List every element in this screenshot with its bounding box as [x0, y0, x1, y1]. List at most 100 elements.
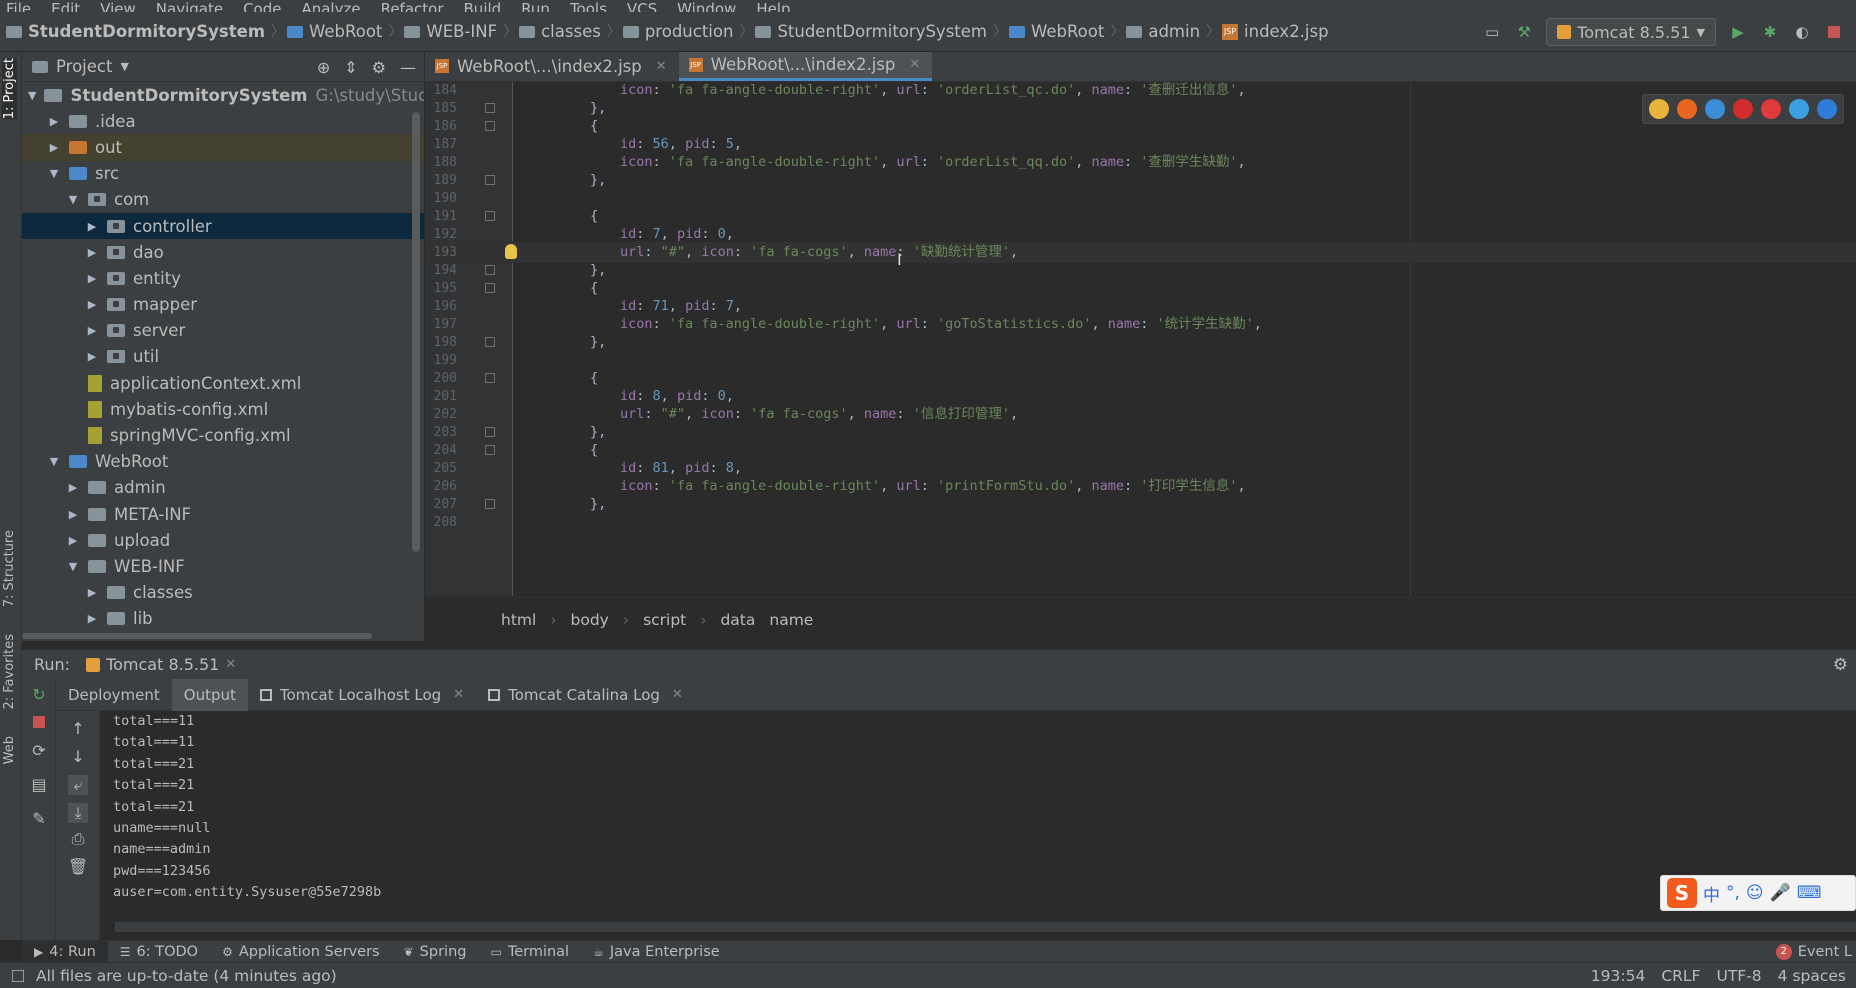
stop-icon[interactable]	[1824, 22, 1844, 42]
horizontal-scrollbar[interactable]	[22, 633, 372, 639]
coverage-icon[interactable]: ◐	[1792, 22, 1812, 42]
expand-right-icon[interactable]: ▶	[85, 612, 99, 625]
expand-right-icon[interactable]: ▶	[66, 534, 80, 547]
firefox-icon[interactable]	[1677, 99, 1697, 119]
indent-setting[interactable]: 4 spaces	[1778, 967, 1846, 985]
layout-icon[interactable]: ▭	[1482, 22, 1502, 42]
arrow-up-icon[interactable]: ↑	[68, 719, 88, 739]
safari-icon[interactable]	[1705, 99, 1725, 119]
layout-icon[interactable]: ▤	[29, 775, 49, 795]
expand-right-icon[interactable]: ▶	[85, 586, 99, 599]
tree-item-entity[interactable]: ▶ entity	[22, 265, 424, 291]
arrow-down-icon[interactable]: ↓	[68, 747, 88, 767]
chrome-icon[interactable]	[1649, 99, 1669, 119]
chevron-down-icon[interactable]: ▼	[120, 60, 128, 73]
run-icon[interactable]: ▶	[1728, 22, 1748, 42]
fold-marker-icon[interactable]	[485, 445, 495, 455]
tree-item-upload[interactable]: ▶ upload	[22, 527, 424, 553]
expand-right-icon[interactable]: ▶	[85, 324, 99, 337]
breadcrumb-item[interactable]: WEB-INF	[404, 22, 497, 41]
console-output[interactable]: total===11 total===11 total===21 total===21…	[100, 711, 1856, 920]
breadcrumb-item[interactable]: StudentDormitorySystem	[6, 22, 265, 41]
tree-item-classes[interactable]: ▶ classes	[22, 580, 424, 606]
caret-position[interactable]: 193:54	[1591, 967, 1646, 985]
fold-marker-icon[interactable]	[485, 373, 495, 383]
tree-item-meta-inf[interactable]: ▶ META-INF	[22, 501, 424, 527]
rerun-icon[interactable]: ↻	[29, 685, 49, 705]
tool-java-enterprise[interactable]: ☕ Java Enterprise	[581, 941, 732, 963]
soft-wrap-icon[interactable]: ⤶	[68, 775, 88, 795]
edge-icon[interactable]	[1817, 99, 1837, 119]
debug-icon[interactable]: ✱	[1760, 22, 1780, 42]
close-icon[interactable]: ✕	[656, 59, 667, 74]
tree-item-dao[interactable]: ▶ dao	[22, 239, 424, 265]
hide-icon[interactable]: —	[400, 58, 416, 77]
trash-icon[interactable]: 🗑	[68, 857, 88, 877]
breadcrumb-item[interactable]: WebRoot	[1008, 22, 1104, 41]
tool-window-toggle-icon[interactable]	[12, 969, 24, 982]
update-icon[interactable]: ⟳	[29, 741, 49, 761]
expand-down-icon[interactable]: ▼	[47, 167, 61, 180]
locate-icon[interactable]: ⊕	[317, 58, 330, 77]
scroll-to-end-icon[interactable]: ⤓	[68, 803, 88, 823]
fold-marker-icon[interactable]	[485, 427, 495, 437]
ie-icon[interactable]	[1789, 99, 1809, 119]
tree-item-src[interactable]: ▼ src	[22, 161, 424, 187]
run-subtab-tomcat-localhost-log[interactable]: Tomcat Localhost Log ✕	[248, 679, 476, 711]
tree-item-admin[interactable]: ▶ admin	[22, 475, 424, 501]
ime-mode-label[interactable]: 中	[1703, 881, 1720, 906]
close-icon[interactable]: ✕	[909, 57, 920, 72]
expand-down-icon[interactable]: ▼	[28, 89, 36, 102]
tool-application-servers[interactable]: ⚙ Application Servers	[210, 941, 392, 963]
expand-down-icon[interactable]: ▼	[66, 193, 80, 206]
tab-project[interactable]: 1: Project	[2, 58, 17, 120]
expand-right-icon[interactable]: ▶	[66, 508, 80, 521]
expand-right-icon[interactable]: ▶	[66, 481, 80, 494]
close-icon[interactable]: ✕	[672, 687, 683, 702]
breadcrumb-item[interactable]: production	[622, 22, 733, 41]
keyboard-icon[interactable]: ⌨	[1797, 883, 1822, 903]
expand-right-icon[interactable]: ▶	[85, 272, 99, 285]
tree-item-controller[interactable]: ▶ controller	[22, 212, 424, 240]
yandex-icon[interactable]	[1761, 99, 1781, 119]
microphone-icon[interactable]: 🎤	[1770, 883, 1791, 903]
editor-breadcrumb-item[interactable]: body	[571, 611, 609, 629]
editor-breadcrumb-item[interactable]: name	[769, 611, 813, 629]
editor-breadcrumb-item[interactable]: script	[643, 611, 686, 629]
tool-6-todo[interactable]: ☰ 6: TODO	[108, 941, 210, 963]
tree-item-webroot[interactable]: ▼ WebRoot	[22, 449, 424, 475]
fold-marker-icon[interactable]	[485, 337, 495, 347]
run-configuration-select[interactable]: Tomcat 8.5.51 ▼	[1546, 18, 1716, 46]
run-subtab-deployment[interactable]: Deployment	[56, 679, 172, 711]
collapse-icon[interactable]: ⇕	[344, 58, 357, 77]
ime-toolbar[interactable]: S 中 °, ☺ 🎤 ⌨	[1660, 875, 1856, 911]
horizontal-scrollbar[interactable]	[115, 922, 1856, 932]
breadcrumb-item[interactable]: WebRoot	[287, 22, 382, 41]
breadcrumb-item[interactable]: admin	[1126, 22, 1200, 41]
tree-item-idea[interactable]: ▶ .idea	[22, 108, 424, 134]
expand-right-icon[interactable]: ▶	[47, 115, 61, 128]
fold-marker-icon[interactable]	[485, 175, 495, 185]
tool-4-run[interactable]: ▶ 4: Run	[22, 940, 108, 963]
tree-item-lib[interactable]: ▶ lib	[22, 606, 424, 632]
project-panel-title[interactable]: Project	[56, 57, 112, 76]
expand-right-icon[interactable]: ▶	[85, 246, 99, 259]
expand-right-icon[interactable]: ▶	[85, 350, 99, 363]
run-subtab-tomcat-catalina-log[interactable]: Tomcat Catalina Log ✕	[476, 679, 695, 711]
emoji-icon[interactable]: ☺	[1746, 883, 1764, 903]
opera-icon[interactable]	[1733, 99, 1753, 119]
tree-item-mybatis-config-xml[interactable]: ▶mybatis-config.xml	[22, 396, 424, 422]
fold-marker-icon[interactable]	[485, 211, 495, 221]
build-hammer-icon[interactable]: ⚒	[1514, 22, 1534, 42]
stop-icon[interactable]	[29, 713, 49, 733]
punctuation-icon[interactable]: °,	[1726, 883, 1740, 903]
tree-item-com[interactable]: ▼ com	[22, 187, 424, 213]
code-area[interactable]: 184 icon: 'fa fa-angle-double-right', url…	[425, 82, 1856, 596]
tree-item-util[interactable]: ▶ util	[22, 344, 424, 370]
tree-item-server[interactable]: ▶ server	[22, 318, 424, 344]
gear-icon[interactable]: ⚙	[1833, 655, 1848, 675]
tab-favorites[interactable]: 2: Favorites	[2, 634, 17, 710]
vertical-scrollbar[interactable]	[412, 112, 420, 552]
pin-icon[interactable]: ✎	[29, 809, 49, 829]
tree-item-studentdormitorysystem[interactable]: ▼ StudentDormitorySystem G:\study\StudentD…	[22, 82, 424, 108]
